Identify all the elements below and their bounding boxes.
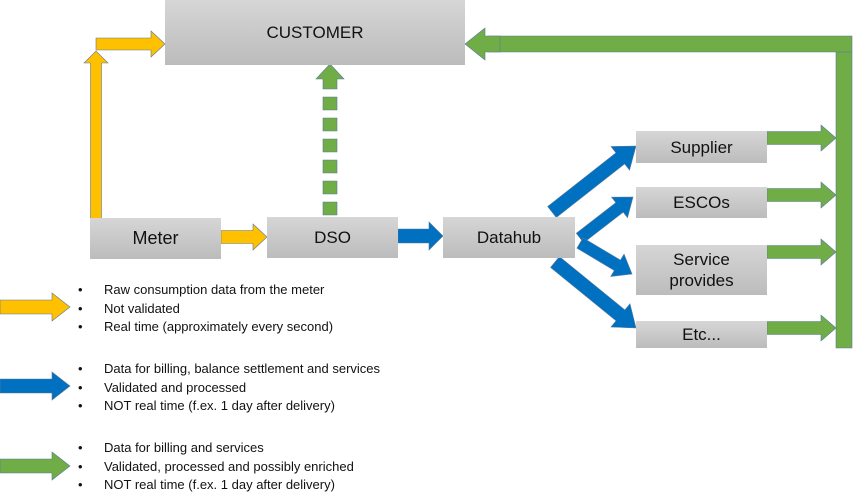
meter-up-arrow	[83, 50, 109, 220]
meter-dso-arrow	[220, 223, 268, 251]
legend-text: Data for billing, balance settlement and…	[104, 361, 381, 376]
legend-text: Real time (approximately every second)	[104, 319, 334, 334]
bullet: •	[78, 458, 83, 474]
bullet: •	[78, 477, 83, 492]
dso-label: DSO	[314, 228, 351, 247]
dso-customer-arrow	[315, 63, 345, 90]
dso-customer-dash	[322, 138, 338, 153]
data-flow-diagram: CUSTOMER Meter DSO Datahub Supplier ESCO…	[0, 0, 861, 504]
legend-yellow: • Raw consumption data from the meter • No…	[78, 281, 333, 337]
legend-text: Validated and processed	[104, 379, 247, 395]
legend-text: NOT real time (f.ex. 1 day after deliver…	[104, 398, 335, 413]
bullet: •	[78, 440, 83, 455]
service-provides-node: Service provides	[636, 245, 767, 295]
supplier-label: Supplier	[670, 137, 733, 157]
bullet: •	[78, 398, 83, 413]
service-label-2: provides	[669, 271, 734, 290]
etc-label: Etc...	[682, 325, 721, 344]
dso-customer-dash	[322, 117, 338, 132]
datahub-escos-arrow	[575, 196, 634, 244]
legend-text: NOT real time (f.ex. 1 day after deliver…	[104, 477, 335, 492]
datahub-node: Datahub	[443, 217, 575, 258]
dso-customer-dash	[322, 159, 338, 174]
supplier-node: Supplier	[636, 131, 767, 163]
output-arrow-0	[766, 124, 837, 152]
return-bar	[835, 51, 853, 349]
dso-customer-dash	[322, 96, 338, 111]
datahub-service-arrow	[576, 237, 633, 277]
meter-customer-arrow	[95, 30, 166, 58]
escos-label: ESCOs	[673, 193, 730, 212]
customer-label: CUSTOMER	[266, 23, 364, 42]
bullet: •	[78, 361, 83, 376]
legend-blue: • Data for billing, balance settlement an…	[78, 360, 380, 416]
meter-node: Meter	[90, 218, 221, 259]
bullet: •	[78, 379, 83, 395]
output-arrow-2	[766, 238, 837, 266]
legend-green: • Data for billing and services • Validate…	[78, 439, 354, 495]
legend-text: Data for billing and services	[104, 440, 264, 455]
legend-green-arrow	[0, 451, 71, 481]
dso-datahub-arrow	[397, 221, 444, 251]
legend-yellow-arrow	[0, 292, 71, 322]
bullet: •	[78, 282, 83, 297]
etc-node: Etc...	[636, 321, 767, 348]
output-arrow-1	[766, 181, 837, 209]
return-customer-arrow	[464, 27, 501, 61]
return-top-bar	[487, 35, 853, 53]
escos-node: ESCOs	[636, 187, 767, 218]
dso-customer-dash	[322, 180, 338, 195]
customer-node: CUSTOMER	[165, 0, 465, 65]
legend-text: Raw consumption data from the meter	[104, 282, 325, 297]
meter-label: Meter	[132, 228, 179, 248]
legend-text: Not validated	[104, 300, 180, 316]
legend-blue-arrow	[0, 371, 71, 401]
bullet: •	[78, 319, 83, 334]
bullet: •	[78, 300, 83, 316]
dso-customer-dash	[322, 201, 338, 216]
datahub-label: Datahub	[476, 228, 542, 247]
service-label-1: Service	[673, 250, 730, 269]
output-arrow-3	[766, 314, 837, 342]
dso-node: DSO	[267, 217, 398, 258]
legend-text: Validated, processed and possibly enrich…	[104, 458, 354, 474]
